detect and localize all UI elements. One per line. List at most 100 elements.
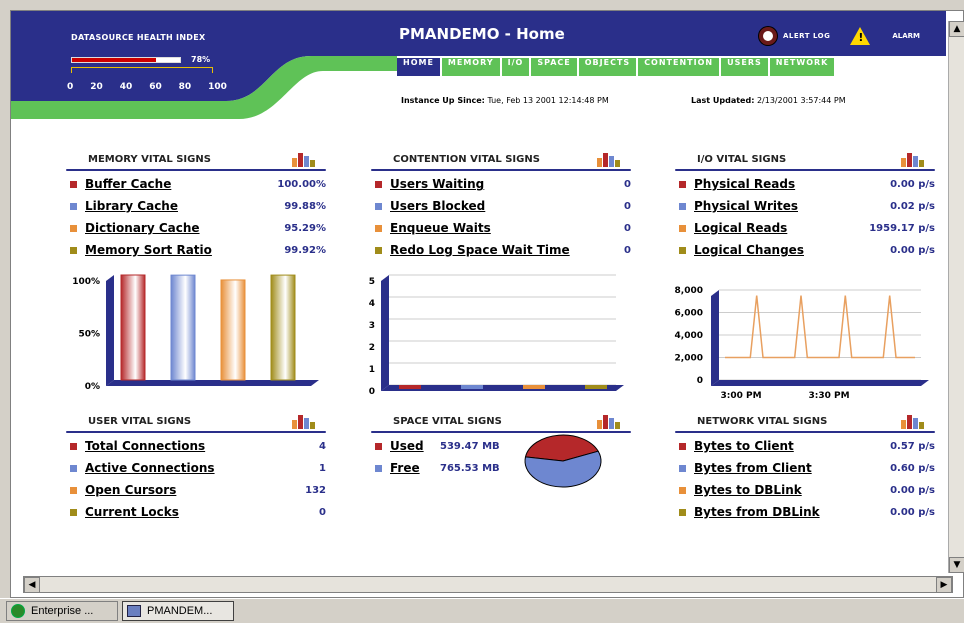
memory-panel: MEMORY VITAL SIGNS Buffer Cache 100.00% Lib…: [66, 151, 326, 261]
io-panel: I/O VITAL SIGNS Physical Reads 0.00 p/s Phy…: [675, 151, 935, 261]
bar-chart-icon[interactable]: [597, 153, 623, 167]
contention-panel: CONTENTION VITAL SIGNS Users Waiting 0 User…: [371, 151, 631, 261]
memory-value: 99.88%: [284, 200, 326, 212]
contention-link[interactable]: Enqueue Waits: [390, 221, 624, 235]
tab-objects[interactable]: OBJECTS: [578, 58, 637, 76]
axis-wall: [711, 290, 719, 386]
contention-chart: 5 4 3 2 1 0: [369, 274, 624, 396]
contention-row: Enqueue Waits 0: [371, 217, 631, 239]
axis-wall: [106, 275, 114, 386]
contention-link[interactable]: Redo Log Space Wait Time: [390, 243, 624, 257]
io-value: 0.00 p/s: [890, 178, 935, 190]
bar-chart-icon[interactable]: [901, 153, 927, 167]
legend-swatch: [70, 464, 77, 472]
space-link[interactable]: Free: [390, 461, 440, 475]
io-row: Physical Reads 0.00 p/s: [675, 173, 935, 195]
user-row: Open Cursors 132: [66, 479, 326, 501]
memory-link[interactable]: Library Cache: [85, 199, 284, 213]
io-link[interactable]: Physical Writes: [694, 199, 890, 213]
bar-chart-icon[interactable]: [292, 153, 318, 167]
alert-log-link[interactable]: ALERT LOG: [783, 32, 830, 40]
user-value: 132: [305, 484, 326, 496]
io-row: Logical Changes 0.00 p/s: [675, 239, 935, 261]
contention-row: Users Waiting 0: [371, 173, 631, 195]
network-row: Bytes from Client 0.60 p/s: [675, 457, 935, 479]
memory-panel-title: MEMORY VITAL SIGNS: [66, 151, 326, 173]
axis-floor: [711, 380, 929, 386]
axis-tick-label: 3:30 PM: [808, 391, 849, 401]
axis-tick-label: 0: [697, 376, 703, 386]
alarm-link[interactable]: ALARM: [892, 32, 920, 40]
tab-memory[interactable]: MEMORY: [441, 58, 500, 76]
bar-chart-icon[interactable]: [292, 415, 318, 429]
scroll-down-button[interactable]: ▼: [949, 557, 964, 573]
axis-wall: [381, 275, 389, 391]
health-scale-tick: 80: [178, 82, 192, 92]
scroll-left-button[interactable]: ◀: [24, 577, 40, 593]
memory-value: 95.29%: [284, 222, 326, 234]
legend-swatch: [679, 442, 686, 450]
user-panel-title: USER VITAL SIGNS: [66, 413, 326, 435]
network-link[interactable]: Bytes to DBLink: [694, 483, 890, 497]
network-link[interactable]: Bytes from Client: [694, 461, 890, 475]
network-link[interactable]: Bytes from DBLink: [694, 505, 890, 519]
taskbar-item-enterprise[interactable]: Enterprise ...: [6, 601, 118, 621]
memory-value: 100.00%: [277, 178, 326, 190]
memory-link[interactable]: Buffer Cache: [85, 177, 277, 191]
io-link[interactable]: Logical Changes: [694, 243, 890, 257]
contention-title-text: CONTENTION VITAL SIGNS: [393, 154, 540, 165]
io-value: 0.00 p/s: [890, 244, 935, 256]
bar: [461, 385, 483, 389]
legend-swatch: [375, 202, 382, 210]
tab-network[interactable]: NETWORK: [769, 58, 835, 76]
bar: [170, 274, 196, 381]
space-link[interactable]: Used: [390, 439, 440, 453]
legend-swatch: [375, 442, 382, 450]
user-link[interactable]: Open Cursors: [85, 483, 305, 497]
contention-link[interactable]: Users Blocked: [390, 199, 624, 213]
warning-icon[interactable]: [850, 27, 871, 45]
axis-tick-label: 0: [369, 387, 375, 396]
bar: [270, 274, 296, 381]
tab-users[interactable]: USERS: [721, 58, 768, 76]
user-value: 4: [319, 440, 326, 452]
memory-value: 99.92%: [284, 244, 326, 256]
tab-space[interactable]: SPACE: [531, 58, 577, 76]
tab-home[interactable]: HOME: [397, 58, 440, 76]
bar-chart-icon[interactable]: [901, 415, 927, 429]
user-link[interactable]: Total Connections: [85, 439, 319, 453]
alert-log-icon[interactable]: [759, 27, 777, 45]
bar-chart-icon[interactable]: [597, 415, 623, 429]
axis-tick-label: 4,000: [675, 331, 703, 341]
memory-link[interactable]: Dictionary Cache: [85, 221, 284, 235]
tab-contention[interactable]: CONTENTION: [638, 58, 720, 76]
horizontal-scrollbar[interactable]: ◀ ▶: [23, 576, 953, 593]
legend-swatch: [70, 486, 77, 494]
legend-swatch: [375, 224, 382, 232]
enterprise-icon: [11, 604, 25, 618]
user-link[interactable]: Current Locks: [85, 505, 319, 519]
network-title-text: NETWORK VITAL SIGNS: [697, 416, 828, 427]
contention-value: 0: [624, 178, 631, 190]
memory-row: Buffer Cache 100.00%: [66, 173, 326, 195]
memory-link[interactable]: Memory Sort Ratio: [85, 243, 284, 257]
tab-io[interactable]: I/O: [501, 58, 530, 76]
scroll-right-button[interactable]: ▶: [936, 577, 952, 593]
vertical-scrollbar[interactable]: ▲ ▼: [948, 21, 964, 573]
axis-tick-label: 3:00 PM: [720, 391, 761, 401]
axis-tick-label: 5: [369, 277, 375, 287]
user-link[interactable]: Active Connections: [85, 461, 319, 475]
taskbar-item-pmandemo[interactable]: PMANDEM...: [122, 601, 234, 621]
io-row: Physical Writes 0.02 p/s: [675, 195, 935, 217]
legend-swatch: [375, 180, 382, 188]
network-value: 0.00 p/s: [890, 484, 935, 496]
io-link[interactable]: Physical Reads: [694, 177, 890, 191]
axis-floor: [106, 380, 319, 386]
io-chart: 8,000 6,000 4,000 2,000 0 3:00 PM 3:30 PM: [675, 286, 929, 401]
io-link[interactable]: Logical Reads: [694, 221, 869, 235]
network-panel-title: NETWORK VITAL SIGNS: [675, 413, 935, 435]
contention-link[interactable]: Users Waiting: [390, 177, 624, 191]
scroll-up-button[interactable]: ▲: [949, 21, 964, 37]
space-value: 765.53 MB: [440, 462, 500, 474]
network-link[interactable]: Bytes to Client: [694, 439, 890, 453]
